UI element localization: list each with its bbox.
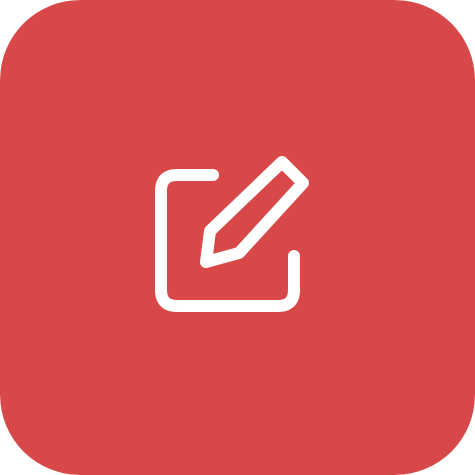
edit-app-icon[interactable] <box>0 0 475 475</box>
edit-icon <box>0 0 475 475</box>
icon-background <box>0 0 475 475</box>
